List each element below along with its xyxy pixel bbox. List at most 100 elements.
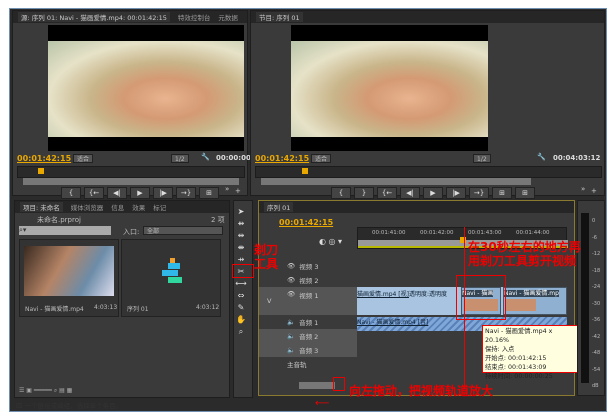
program-zoom-scrollbar[interactable] bbox=[261, 178, 531, 185]
search-input[interactable]: ⌕▾ bbox=[19, 226, 111, 235]
project-item-sequence[interactable]: 序列 01 4:03:12 bbox=[121, 239, 221, 317]
source-time-ruler[interactable] bbox=[17, 166, 245, 178]
go-to-in-button[interactable]: {← bbox=[377, 187, 397, 199]
timeline-scrollbar[interactable] bbox=[299, 382, 335, 389]
playhead-icon[interactable] bbox=[38, 168, 44, 174]
mark-out-button[interactable]: } bbox=[354, 187, 374, 199]
go-to-in-button[interactable]: {← bbox=[84, 187, 104, 199]
playhead-icon[interactable] bbox=[460, 237, 466, 243]
annotation-line: 剃刀 bbox=[254, 243, 279, 257]
eye-icon[interactable]: 👁 bbox=[287, 262, 295, 270]
tab-project[interactable]: 项目: 未命名 bbox=[20, 202, 63, 212]
tab-markers[interactable]: 标记 bbox=[153, 202, 166, 212]
playhead-icon[interactable] bbox=[302, 168, 308, 174]
step-forward-button[interactable]: |▶ bbox=[446, 187, 466, 199]
tab-media-browser[interactable]: 媒体浏览器 bbox=[71, 202, 104, 212]
track-audio-2[interactable]: 🔈 音频 2 bbox=[259, 329, 357, 343]
program-transport: { } {← ◀| ▶ |▶ →} ⊞ ⊞ bbox=[331, 187, 535, 199]
eye-icon[interactable]: 👁 bbox=[287, 276, 295, 284]
track-audio-1[interactable]: 🔈 音频 1 bbox=[259, 315, 357, 329]
source-fit-select[interactable]: 适合 bbox=[73, 154, 94, 163]
clip-v1-d[interactable]: Navi - 猫画爱情.mp bbox=[503, 287, 567, 315]
tab-info[interactable]: 信息 bbox=[111, 202, 124, 212]
speaker-icon[interactable]: 🔈 bbox=[287, 318, 295, 326]
wrench-icon[interactable]: 🔧 bbox=[537, 153, 546, 161]
program-resolution-select[interactable]: 1/2 bbox=[473, 154, 491, 163]
wrench-icon[interactable]: 🔧 bbox=[201, 153, 210, 161]
meter-tick: -18 bbox=[592, 267, 601, 274]
eye-icon[interactable]: 👁 bbox=[287, 290, 295, 298]
source-zoom-scrollbar[interactable] bbox=[23, 178, 239, 185]
slip-tool-icon[interactable]: ⟷ bbox=[234, 279, 248, 291]
tab-source[interactable]: 源: 序列 01: Navi - 猫画爱情.mp4: 00:01:42:15 bbox=[18, 12, 170, 22]
play-button[interactable]: ▶ bbox=[130, 187, 150, 199]
track-video-2[interactable]: 👁 视频 2 bbox=[259, 273, 357, 287]
project-filename: 未命名.prproj bbox=[37, 216, 81, 224]
tab-program[interactable]: 节目: 序列 01 bbox=[256, 12, 303, 22]
meter-tick: -6 bbox=[592, 234, 597, 241]
meter-tick: -24 bbox=[592, 284, 601, 290]
video-frame-image bbox=[48, 41, 244, 137]
more-controls-button[interactable]: » bbox=[581, 185, 585, 193]
more-controls-button[interactable]: » bbox=[225, 185, 229, 193]
project-footer-icons[interactable]: ☰ ▣ ━━━━━ ⌕ ▤ ▦ bbox=[19, 387, 219, 395]
program-time-ruler[interactable] bbox=[255, 166, 602, 178]
tab-sequence[interactable]: 序列 01 bbox=[264, 202, 294, 212]
mark-in-button[interactable]: { bbox=[331, 187, 351, 199]
track-label: 视频 3 bbox=[299, 263, 319, 271]
timeline-timecode[interactable]: 00:01:42:15 bbox=[279, 218, 333, 227]
clip-thumbnail bbox=[506, 299, 536, 311]
tools-panel: ➤ ⇻ ⇹ ⇼ ⇸ ✂ ⟷ ⇔ ✎ ✋ ⌕ bbox=[233, 200, 253, 398]
track-master[interactable]: 主音轨 bbox=[259, 357, 357, 371]
tooltip-line: Navi - 猫画爱情.mp4 x 20.16% bbox=[485, 328, 553, 344]
track-label: 视频 2 bbox=[299, 277, 319, 285]
step-forward-button[interactable]: |▶ bbox=[153, 187, 173, 199]
track-video-1[interactable]: V 👁 视频 1 bbox=[259, 287, 357, 315]
speaker-icon[interactable]: 🔈 bbox=[287, 332, 295, 340]
slide-tool-icon[interactable]: ⇔ bbox=[234, 291, 248, 303]
project-item-clip[interactable]: Navi - 猫画爱情.mp4 4:03:13 bbox=[19, 239, 119, 317]
zoom-tool-icon[interactable]: ⌕ bbox=[234, 327, 248, 339]
extract-button[interactable]: ⊞ bbox=[515, 187, 535, 199]
program-fit-select[interactable]: 适合 bbox=[311, 154, 332, 163]
source-resolution-select[interactable]: 1/2 bbox=[171, 154, 189, 163]
step-back-button[interactable]: ◀| bbox=[107, 187, 127, 199]
annotation-drag: 向左拖动，把视频轨道放大 bbox=[349, 384, 494, 398]
play-button[interactable]: ▶ bbox=[423, 187, 443, 199]
pen-tool-icon[interactable]: ✎ bbox=[234, 303, 248, 315]
hand-tool-icon[interactable]: ✋ bbox=[234, 315, 248, 327]
go-to-out-button[interactable]: →} bbox=[176, 187, 196, 199]
ripple-edit-tool-icon[interactable]: ⇹ bbox=[234, 231, 248, 243]
meter-scale: 0 -6 -12 -18 -24 -30 -36 -42 -48 -54 dB bbox=[592, 213, 600, 395]
ruler-label: 00:01:44:00 bbox=[516, 230, 550, 236]
mark-in-button[interactable]: { bbox=[61, 187, 81, 199]
source-patch-v[interactable]: V bbox=[267, 297, 271, 305]
snap-icon[interactable]: ◐ ◎ ▾ bbox=[319, 237, 342, 246]
source-timecode[interactable]: 00:01:42:15 bbox=[17, 154, 71, 163]
add-button[interactable]: + bbox=[235, 187, 241, 195]
tab-effects[interactable]: 效果 bbox=[132, 202, 145, 212]
tab-metadata[interactable]: 元数据 bbox=[218, 12, 238, 22]
tooltip-line: 保持: 入点 bbox=[485, 346, 515, 353]
rolling-edit-tool-icon[interactable]: ⇼ bbox=[234, 243, 248, 255]
entry-select[interactable]: 全部 bbox=[143, 226, 223, 235]
clip-v1-a[interactable]: 猫画爱情.mp4 [视] bbox=[357, 289, 409, 298]
track-audio-3[interactable]: 🔈 音频 3 bbox=[259, 343, 357, 357]
track-select-tool-icon[interactable]: ⇻ bbox=[234, 219, 248, 231]
go-to-out-button[interactable]: →} bbox=[469, 187, 489, 199]
project-panel: 项目: 未命名 媒体浏览器 信息 效果 标记 未命名.prproj 2 项 ⌕▾… bbox=[14, 200, 230, 398]
insert-button[interactable]: ⊞ bbox=[199, 187, 219, 199]
annotation-line: 在30秒左右的地方再 bbox=[468, 240, 581, 254]
selection-tool-icon[interactable]: ➤ bbox=[234, 207, 248, 219]
meter-tick: -48 bbox=[592, 350, 601, 356]
tab-effect-controls[interactable]: 特效控制台 bbox=[178, 12, 211, 22]
source-tabbar: 源: 序列 01: Navi - 猫画爱情.mp4: 00:01:42:15 特… bbox=[13, 11, 247, 23]
program-timecode[interactable]: 00:01:42:15 bbox=[255, 154, 309, 163]
add-button[interactable]: + bbox=[591, 187, 597, 195]
meter-tick: -30 bbox=[592, 300, 601, 307]
speaker-icon[interactable]: 🔈 bbox=[287, 346, 295, 354]
timeline-tabbar: 序列 01 bbox=[259, 201, 574, 213]
tooltip-line: 持续时间: 00:00:00:25 bbox=[485, 373, 553, 380]
step-back-button[interactable]: ◀| bbox=[400, 187, 420, 199]
lift-button[interactable]: ⊞ bbox=[492, 187, 512, 199]
